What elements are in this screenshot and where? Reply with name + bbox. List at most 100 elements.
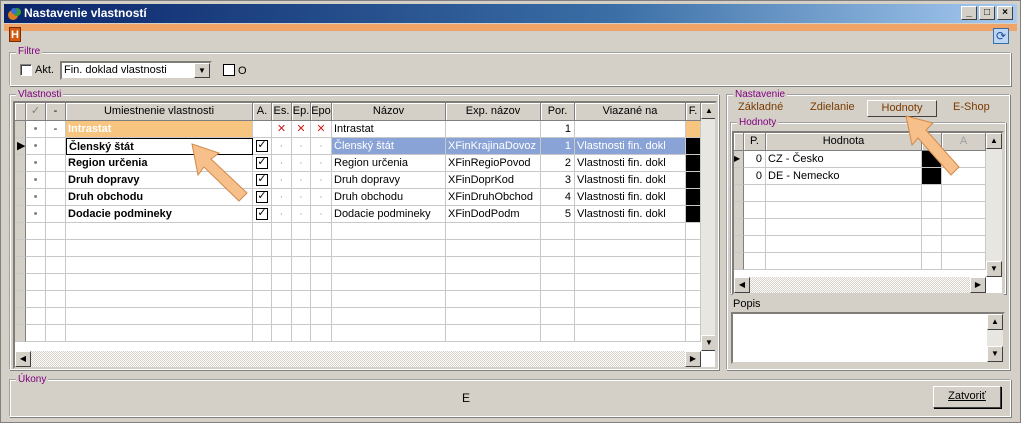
grid-cell[interactable] [766,185,922,202]
grid-cell[interactable] [541,325,575,342]
por-cell[interactable]: 3 [541,172,575,189]
hodnoty-grid[interactable]: P. Hodnota A ▶ 0 CZ - Česko 0 DE - Nemecko ▲… [732,131,1004,295]
scroll-down-icon[interactable]: ▼ [986,261,1002,277]
grid-cell[interactable] [922,202,942,219]
grid-cell[interactable] [686,240,701,257]
por-cell[interactable]: 4 [541,189,575,206]
row-dot[interactable]: • [26,189,46,206]
popis-textarea[interactable]: ▲ ▼ [731,312,1005,364]
grid-cell[interactable] [766,219,922,236]
grid-cell[interactable]: · [311,172,332,189]
grid-cell[interactable] [46,274,66,291]
hodnota-cell[interactable]: DE - Nemecko [766,168,922,185]
grid-cell[interactable] [922,185,942,202]
exp-nazov-cell[interactable]: XFinDoprKod [446,172,541,189]
grid-cell[interactable]: · [292,138,311,155]
grid-cell[interactable]: · [311,189,332,206]
exp-nazov-cell[interactable]: XFinRegioPovod [446,155,541,172]
col-es[interactable]: Es. [272,103,292,121]
scroll-right-icon[interactable]: ▶ [970,277,986,293]
grid-cell[interactable] [332,240,446,257]
viazane-cell[interactable]: Vlastnosti fin. dokl [575,206,686,223]
grid-cell[interactable] [332,291,446,308]
hodnoty-hscroll[interactable]: ◀ ▶ [734,277,986,293]
row-header[interactable]: ▶ [734,151,744,168]
grid-cell[interactable] [766,236,922,253]
grid-cell[interactable] [26,223,46,240]
row-header[interactable] [15,308,26,325]
grid-cell[interactable] [541,274,575,291]
row-dash[interactable] [46,206,66,223]
x-mark-icon[interactable]: ✕ [311,121,332,138]
grid-cell[interactable] [272,257,292,274]
vlastnosti-hscroll[interactable]: ◀ ▶ [15,351,701,367]
grid-cell[interactable]: · [311,155,332,172]
maximize-button[interactable]: □ [979,6,995,20]
row-header[interactable] [734,236,744,253]
nazov-cell[interactable]: Druh dopravy [332,172,446,189]
close-window-button[interactable]: × [997,6,1013,20]
grid-cell[interactable] [942,219,986,236]
grid-cell[interactable] [922,253,942,270]
grid-cell[interactable] [922,219,942,236]
tab-zakladne[interactable]: Základné [738,100,783,115]
viazane-cell[interactable] [575,121,686,138]
grid-cell[interactable] [26,240,46,257]
grid-cell[interactable] [292,223,311,240]
grid-cell[interactable] [922,236,942,253]
grid-cell[interactable] [46,291,66,308]
grid-cell[interactable] [766,202,922,219]
grid-cell[interactable] [744,219,766,236]
grid-cell[interactable] [332,308,446,325]
check-icon[interactable]: ✓ [256,191,268,203]
grid-cell[interactable] [253,257,272,274]
col-viazane[interactable]: Viazané na [575,103,686,121]
scroll-down-icon[interactable]: ▼ [701,335,715,351]
grid-cell[interactable] [311,325,332,342]
scroll-up-icon[interactable]: ▲ [986,133,1002,149]
grid-cell[interactable] [744,253,766,270]
chevron-down-icon[interactable]: ▼ [194,63,210,78]
grid-cell[interactable] [575,223,686,240]
check-icon[interactable]: ✓ [256,208,268,220]
grid-cell[interactable]: · [292,189,311,206]
scroll-down-icon[interactable]: ▼ [987,346,1003,362]
grid-cell[interactable] [292,274,311,291]
f-cell[interactable] [686,155,701,172]
nazov-cell[interactable]: Dodacie podmineky [332,206,446,223]
nazov-cell[interactable]: Členský štát [332,138,446,155]
row-header[interactable] [15,121,26,138]
refresh-icon[interactable]: ⟳ [993,28,1009,44]
grid-cell[interactable]: · [292,155,311,172]
f-cell[interactable] [686,172,701,189]
row-header[interactable]: ▶ [15,138,26,155]
grid-cell[interactable]: · [272,155,292,172]
popis-vscroll[interactable]: ▲ ▼ [987,314,1003,362]
col-f[interactable]: F. [686,103,701,121]
grid-cell[interactable] [311,291,332,308]
col-hodnota[interactable]: Hodnota [766,133,922,151]
grid-cell[interactable] [686,308,701,325]
grid-cell[interactable] [686,257,701,274]
grid-cell[interactable] [272,223,292,240]
grid-cell[interactable] [311,223,332,240]
viazane-cell[interactable]: Vlastnosti fin. dokl [575,138,686,155]
col-dash[interactable]: - [46,103,66,121]
grid-cell[interactable] [26,274,46,291]
row-header[interactable] [15,189,26,206]
f-cell[interactable] [686,138,701,155]
exp-nazov-cell[interactable] [446,121,541,138]
f-cell[interactable] [686,189,701,206]
grid-cell[interactable] [292,257,311,274]
row-header[interactable] [15,240,26,257]
scroll-up-icon[interactable]: ▲ [987,314,1003,330]
grid-cell[interactable] [575,274,686,291]
row-header[interactable] [734,202,744,219]
grid-cell[interactable] [311,308,332,325]
col-ep[interactable]: Ep. [292,103,311,121]
row-header[interactable] [734,168,744,185]
minimize-button[interactable]: _ [961,6,977,20]
row-header[interactable] [15,155,26,172]
grid-cell[interactable] [744,185,766,202]
f-cell[interactable] [686,121,701,138]
